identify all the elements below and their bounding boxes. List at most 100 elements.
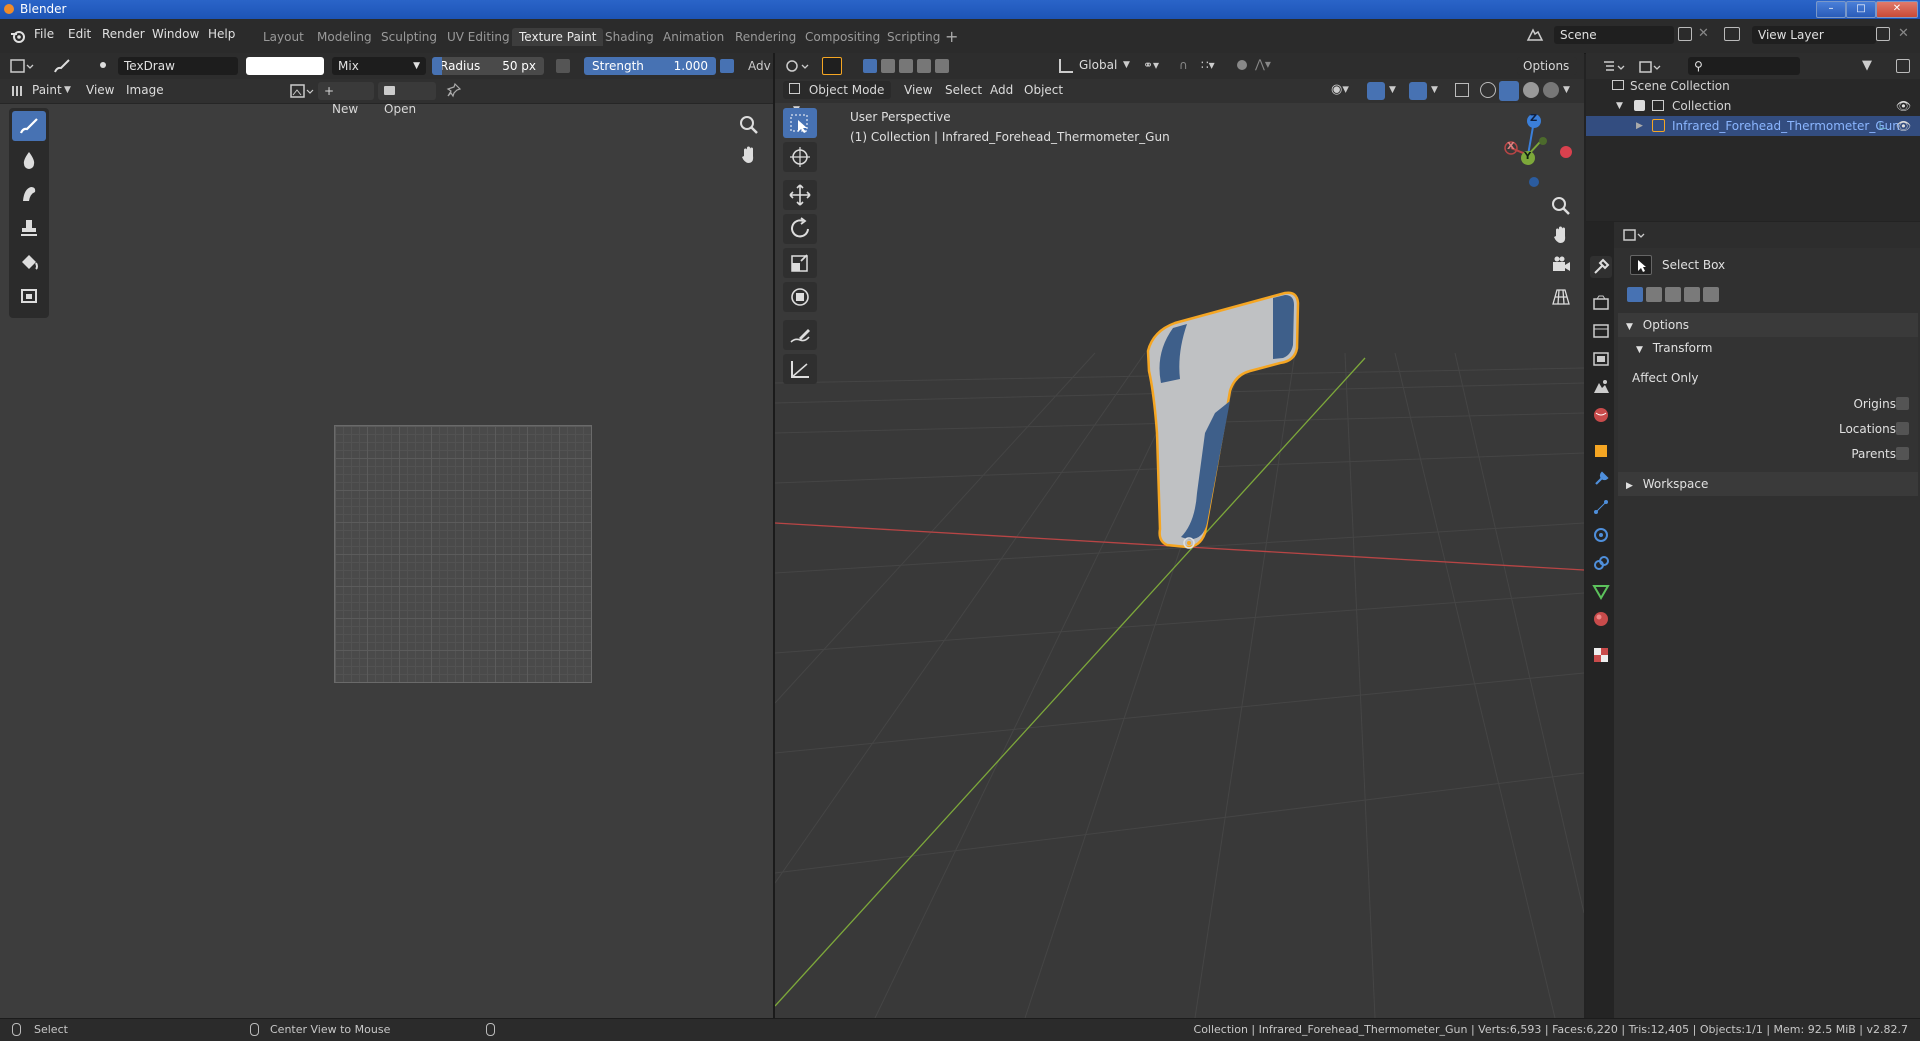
tab-rendering[interactable]: Rendering — [728, 28, 803, 46]
clone-tool[interactable] — [12, 213, 46, 243]
editor-type-icon[interactable] — [10, 58, 34, 74]
tab-modeling[interactable]: Modeling — [310, 28, 379, 46]
radius-slider[interactable]: Radius 50 px — [432, 57, 544, 75]
image-browse-icon[interactable] — [290, 82, 314, 100]
menu-edit[interactable]: Edit — [68, 27, 91, 41]
tab-output[interactable] — [1590, 320, 1612, 342]
blender-menu-icon[interactable] — [10, 28, 26, 44]
blend-mode-dropdown[interactable]: Mix ▼ — [332, 57, 426, 75]
tab-render[interactable] — [1590, 292, 1612, 314]
select-mode-subtract-icon[interactable] — [899, 59, 913, 73]
xray-toggle-icon[interactable] — [1455, 83, 1469, 97]
select-mode-extend-icon[interactable] — [881, 59, 895, 73]
add-workspace-icon[interactable]: + — [945, 27, 958, 46]
close-button[interactable]: ✕ — [1876, 1, 1918, 18]
paint-mode-dropdown[interactable]: Paint — [32, 83, 62, 97]
tab-sculpting[interactable]: Sculpting — [374, 28, 444, 46]
new-image-button[interactable]: + New — [318, 82, 374, 116]
tab-texture-paint[interactable]: Texture Paint — [512, 28, 604, 46]
strength-pressure-icon[interactable] — [720, 59, 734, 73]
select-box-tool[interactable] — [783, 108, 817, 138]
snap-target-icon[interactable]: ∷▾ — [1201, 58, 1227, 74]
tab-particles[interactable] — [1590, 496, 1612, 518]
measure-tool[interactable] — [783, 354, 817, 384]
select-mode-extend-icon[interactable] — [1646, 287, 1662, 302]
fill-tool[interactable] — [12, 247, 46, 277]
material-shading-icon[interactable] — [1523, 82, 1539, 98]
locations-checkbox[interactable] — [1896, 422, 1909, 435]
menu-help[interactable]: Help — [208, 27, 235, 41]
new-collection-icon[interactable] — [1896, 59, 1910, 73]
tab-object-data[interactable] — [1590, 580, 1612, 602]
maximize-button[interactable]: □ — [1846, 1, 1876, 18]
new-scene-icon[interactable] — [1678, 27, 1692, 41]
select-mode-new-icon[interactable] — [1627, 287, 1643, 302]
tab-animation[interactable]: Animation — [656, 28, 731, 46]
view-layer-icon[interactable] — [1724, 27, 1740, 41]
outliner-search-input[interactable]: ⚲ — [1688, 57, 1800, 75]
menu-render[interactable]: Render — [102, 27, 145, 41]
origins-checkbox[interactable] — [1896, 397, 1909, 410]
scene-name-field[interactable]: Scene — [1554, 26, 1674, 44]
strength-slider[interactable]: Strength 1.000 — [584, 57, 716, 75]
tab-material[interactable] — [1590, 608, 1612, 630]
scene-icon[interactable] — [1526, 27, 1544, 43]
gizmo-toggle-icon[interactable] — [1367, 82, 1385, 100]
smear-tool[interactable] — [12, 179, 46, 209]
select-mode-intersect-icon[interactable] — [1703, 287, 1719, 302]
draw-tool[interactable] — [12, 111, 46, 141]
pivot-point-icon[interactable]: ⚭▾ — [1143, 58, 1169, 74]
overlays-toggle-icon[interactable] — [1409, 82, 1427, 100]
tab-scripting[interactable]: Scripting — [880, 28, 947, 46]
solid-shading-icon[interactable] — [1499, 81, 1519, 101]
outliner-row-collection[interactable]: ▼ Collection 👁 — [1586, 96, 1920, 116]
object-mode-dropdown[interactable]: Object Mode ▼ — [783, 81, 891, 115]
minimize-button[interactable]: – — [1816, 1, 1846, 18]
transform-tool[interactable] — [783, 282, 817, 312]
uv-image-canvas[interactable] — [334, 425, 592, 683]
tab-constraints[interactable] — [1590, 552, 1612, 574]
menu-image[interactable]: Image — [126, 83, 164, 97]
select-mode-subtract-icon[interactable] — [1665, 287, 1681, 302]
rendered-shading-icon[interactable] — [1543, 82, 1559, 98]
brush-name-field[interactable]: TexDraw — [118, 57, 238, 75]
3d-viewport[interactable] — [775, 53, 1584, 1018]
options-panel-header[interactable]: ▼ Options — [1618, 313, 1918, 337]
expand-arrow-icon[interactable]: ▶ — [1636, 116, 1643, 136]
mask-tool[interactable] — [12, 281, 46, 311]
select-mode-invert-icon[interactable] — [1684, 287, 1700, 302]
falloff-icon[interactable]: ⋀▾ — [1255, 57, 1279, 73]
brush-datablock-icon[interactable] — [100, 62, 106, 68]
tab-shading[interactable]: Shading — [598, 28, 661, 46]
remove-view-layer-icon[interactable]: ✕ — [1898, 26, 1909, 41]
camera-view-icon[interactable] — [1550, 254, 1572, 276]
editor-type-icon[interactable] — [1622, 227, 1646, 243]
exclude-checkbox[interactable] — [1634, 100, 1645, 111]
tab-scene[interactable] — [1590, 376, 1612, 398]
view-layer-field[interactable]: View Layer — [1752, 26, 1876, 44]
tab-view-layer[interactable] — [1590, 348, 1612, 370]
menu-view[interactable]: View — [86, 83, 114, 97]
tab-physics[interactable] — [1590, 524, 1612, 546]
brush-icon[interactable] — [52, 57, 72, 75]
viewport-zoom-icon[interactable] — [1550, 195, 1572, 217]
eye-icon[interactable]: 👁 — [1896, 96, 1911, 116]
workspace-panel-header[interactable]: ▶ Workspace — [1618, 472, 1918, 496]
move-tool[interactable] — [783, 180, 817, 210]
transform-subpanel-header[interactable]: ▼ Transform — [1636, 341, 1712, 359]
tab-compositing[interactable]: Compositing — [798, 28, 887, 46]
eye-icon[interactable]: 👁 — [1896, 116, 1911, 136]
cursor-tool[interactable] — [783, 142, 817, 172]
menu-add[interactable]: Add — [990, 83, 1013, 97]
editor-type-icon[interactable] — [785, 58, 809, 74]
tab-active-tool[interactable] — [1590, 256, 1612, 278]
menu-select[interactable]: Select — [945, 83, 982, 97]
radius-pressure-icon[interactable] — [556, 59, 570, 73]
soften-tool[interactable] — [12, 145, 46, 175]
select-mode-intersect-icon[interactable] — [935, 59, 949, 73]
outliner-row-object[interactable]: ▶ Infrared_Forehead_Thermometer_Gun ∟ 👁 — [1586, 116, 1920, 136]
tab-layout[interactable]: Layout — [256, 28, 311, 46]
outliner-row-scene-collection[interactable]: Scene Collection — [1586, 76, 1920, 96]
zoom-icon[interactable] — [738, 114, 760, 136]
navigation-gizmo[interactable]: Z Y X — [1490, 110, 1580, 190]
